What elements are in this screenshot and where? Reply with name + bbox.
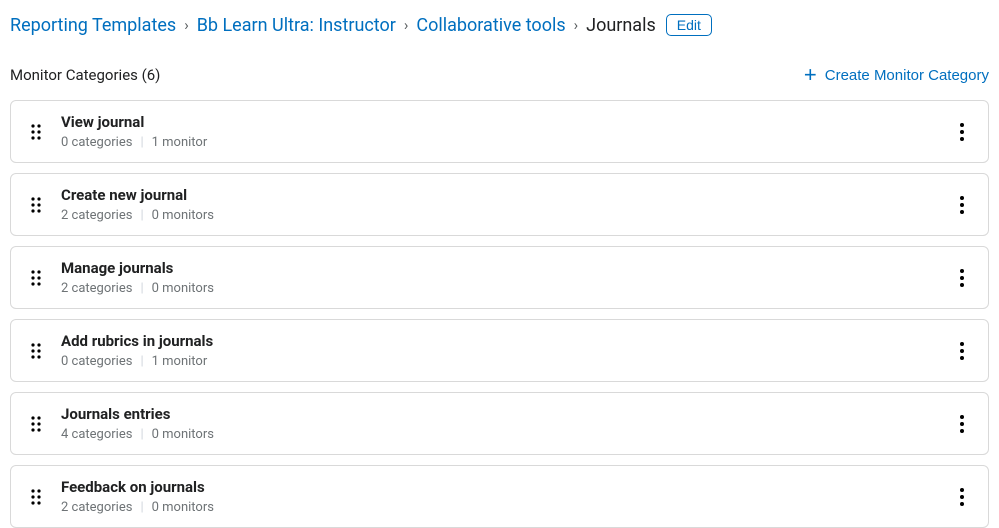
- categories-count: 2 categories: [61, 208, 132, 223]
- card-meta: 0 categories | 1 monitor: [61, 135, 952, 150]
- more-options-icon[interactable]: [952, 483, 972, 511]
- breadcrumb-link-collaborative-tools[interactable]: Collaborative tools: [416, 15, 565, 36]
- monitors-count: 1 monitor: [152, 135, 208, 150]
- card-title: Manage journals: [61, 259, 952, 277]
- meta-separator: |: [140, 208, 143, 223]
- monitor-categories-title: Monitor Categories (6): [10, 66, 160, 84]
- breadcrumb: Reporting Templates › Bb Learn Ultra: In…: [10, 14, 989, 36]
- card-meta: 2 categories | 0 monitors: [61, 281, 952, 296]
- categories-count: 2 categories: [61, 281, 132, 296]
- create-button-label: Create Monitor Category: [825, 67, 989, 84]
- breadcrumb-current: Journals: [586, 15, 656, 36]
- monitors-count: 1 monitor: [152, 354, 208, 369]
- drag-handle-icon[interactable]: [27, 342, 45, 360]
- create-monitor-category-button[interactable]: + Create Monitor Category: [804, 64, 989, 86]
- drag-handle-icon[interactable]: [27, 269, 45, 287]
- card-title: Add rubrics in journals: [61, 332, 952, 350]
- monitors-count: 0 monitors: [152, 427, 214, 442]
- list-header: Monitor Categories (6) + Create Monitor …: [10, 64, 989, 86]
- category-card: Manage journals 2 categories | 0 monitor…: [10, 246, 989, 309]
- chevron-right-icon: ›: [404, 16, 409, 34]
- card-body[interactable]: Create new journal 2 categories | 0 moni…: [61, 186, 952, 223]
- meta-separator: |: [140, 281, 143, 296]
- category-card: Add rubrics in journals 0 categories | 1…: [10, 319, 989, 382]
- card-meta: 0 categories | 1 monitor: [61, 354, 952, 369]
- card-title: Journals entries: [61, 405, 952, 423]
- more-options-icon[interactable]: [952, 337, 972, 365]
- plus-icon: +: [804, 64, 817, 86]
- category-card: Feedback on journals 2 categories | 0 mo…: [10, 465, 989, 528]
- more-options-icon[interactable]: [952, 118, 972, 146]
- meta-separator: |: [140, 135, 143, 150]
- card-body[interactable]: Add rubrics in journals 0 categories | 1…: [61, 332, 952, 369]
- drag-handle-icon[interactable]: [27, 196, 45, 214]
- card-body[interactable]: Feedback on journals 2 categories | 0 mo…: [61, 478, 952, 515]
- monitors-count: 0 monitors: [152, 281, 214, 296]
- card-body[interactable]: Manage journals 2 categories | 0 monitor…: [61, 259, 952, 296]
- card-title: Feedback on journals: [61, 478, 952, 496]
- drag-handle-icon[interactable]: [27, 415, 45, 433]
- drag-handle-icon[interactable]: [27, 123, 45, 141]
- more-options-icon[interactable]: [952, 264, 972, 292]
- category-list: View journal 0 categories | 1 monitor Cr…: [10, 100, 989, 528]
- categories-count: 0 categories: [61, 354, 132, 369]
- card-title: View journal: [61, 113, 952, 131]
- category-card: Create new journal 2 categories | 0 moni…: [10, 173, 989, 236]
- more-options-icon[interactable]: [952, 191, 972, 219]
- breadcrumb-link-reporting-templates[interactable]: Reporting Templates: [10, 15, 176, 36]
- more-options-icon[interactable]: [952, 410, 972, 438]
- drag-handle-icon[interactable]: [27, 488, 45, 506]
- meta-separator: |: [140, 427, 143, 442]
- categories-count: 4 categories: [61, 427, 132, 442]
- category-card: Journals entries 4 categories | 0 monito…: [10, 392, 989, 455]
- edit-button[interactable]: Edit: [666, 14, 712, 36]
- card-body[interactable]: View journal 0 categories | 1 monitor: [61, 113, 952, 150]
- chevron-right-icon: ›: [574, 16, 579, 34]
- category-card: View journal 0 categories | 1 monitor: [10, 100, 989, 163]
- card-meta: 2 categories | 0 monitors: [61, 208, 952, 223]
- card-meta: 4 categories | 0 monitors: [61, 427, 952, 442]
- card-body[interactable]: Journals entries 4 categories | 0 monito…: [61, 405, 952, 442]
- card-title: Create new journal: [61, 186, 952, 204]
- meta-separator: |: [140, 354, 143, 369]
- monitors-count: 0 monitors: [152, 208, 214, 223]
- categories-count: 0 categories: [61, 135, 132, 150]
- chevron-right-icon: ›: [184, 16, 189, 34]
- breadcrumb-link-bb-learn-ultra[interactable]: Bb Learn Ultra: Instructor: [197, 15, 396, 36]
